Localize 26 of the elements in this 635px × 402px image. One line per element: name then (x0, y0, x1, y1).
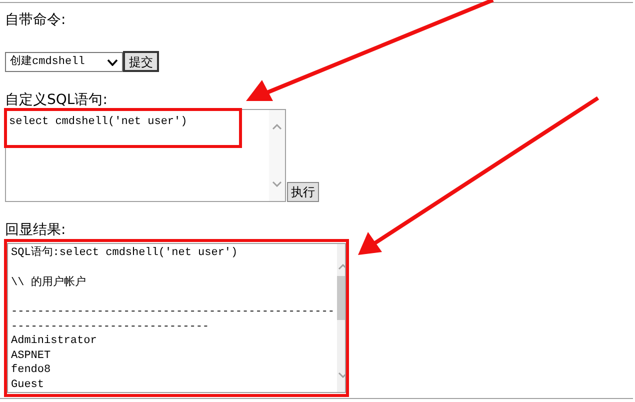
result-line: ------------------------------ (11, 320, 210, 334)
scrollbar[interactable] (269, 110, 285, 201)
submit-button[interactable]: 提交 (123, 51, 159, 72)
sql-text: select cmdshell('net user') (9, 115, 188, 130)
scroll-up-icon[interactable] (338, 264, 345, 270)
section-label: 回显结果: (5, 221, 66, 239)
result-line: fendo8 (11, 363, 51, 378)
result-line: Guest (11, 378, 44, 392)
chevron-down-icon (107, 58, 118, 66)
section-label: 自带命令: (5, 11, 66, 29)
result-line: SQL语句:select cmdshell('net user') (11, 246, 238, 260)
result-line: ------------------------------------------------- (11, 305, 334, 320)
result-line: Administrator (11, 334, 97, 348)
scroll-up-icon[interactable] (272, 124, 282, 130)
scrollbar[interactable] (337, 244, 345, 392)
result-output-field[interactable]: SQL语句:select cmdshell('net user') \\ 的用户帐户 ------------------------------------------------- ------------------------------ Administrator ASPNET fendo8 Guest (7, 243, 346, 393)
section-label: 自定义SQL语句: (5, 91, 108, 109)
execute-button[interactable]: 执行 (287, 182, 319, 202)
command-dropdown[interactable]: 创建cmdshell (5, 52, 123, 72)
dropdown-value: 创建cmdshell (10, 54, 85, 70)
result-line: ASPNET (11, 348, 51, 363)
scroll-down-icon[interactable] (338, 372, 345, 378)
result-line: \\ 的用户帐户 (11, 276, 86, 290)
sql-input-field[interactable]: select cmdshell('net user') (5, 109, 286, 202)
scrollbar-thumb[interactable] (337, 276, 345, 320)
scroll-down-icon[interactable] (272, 181, 282, 187)
